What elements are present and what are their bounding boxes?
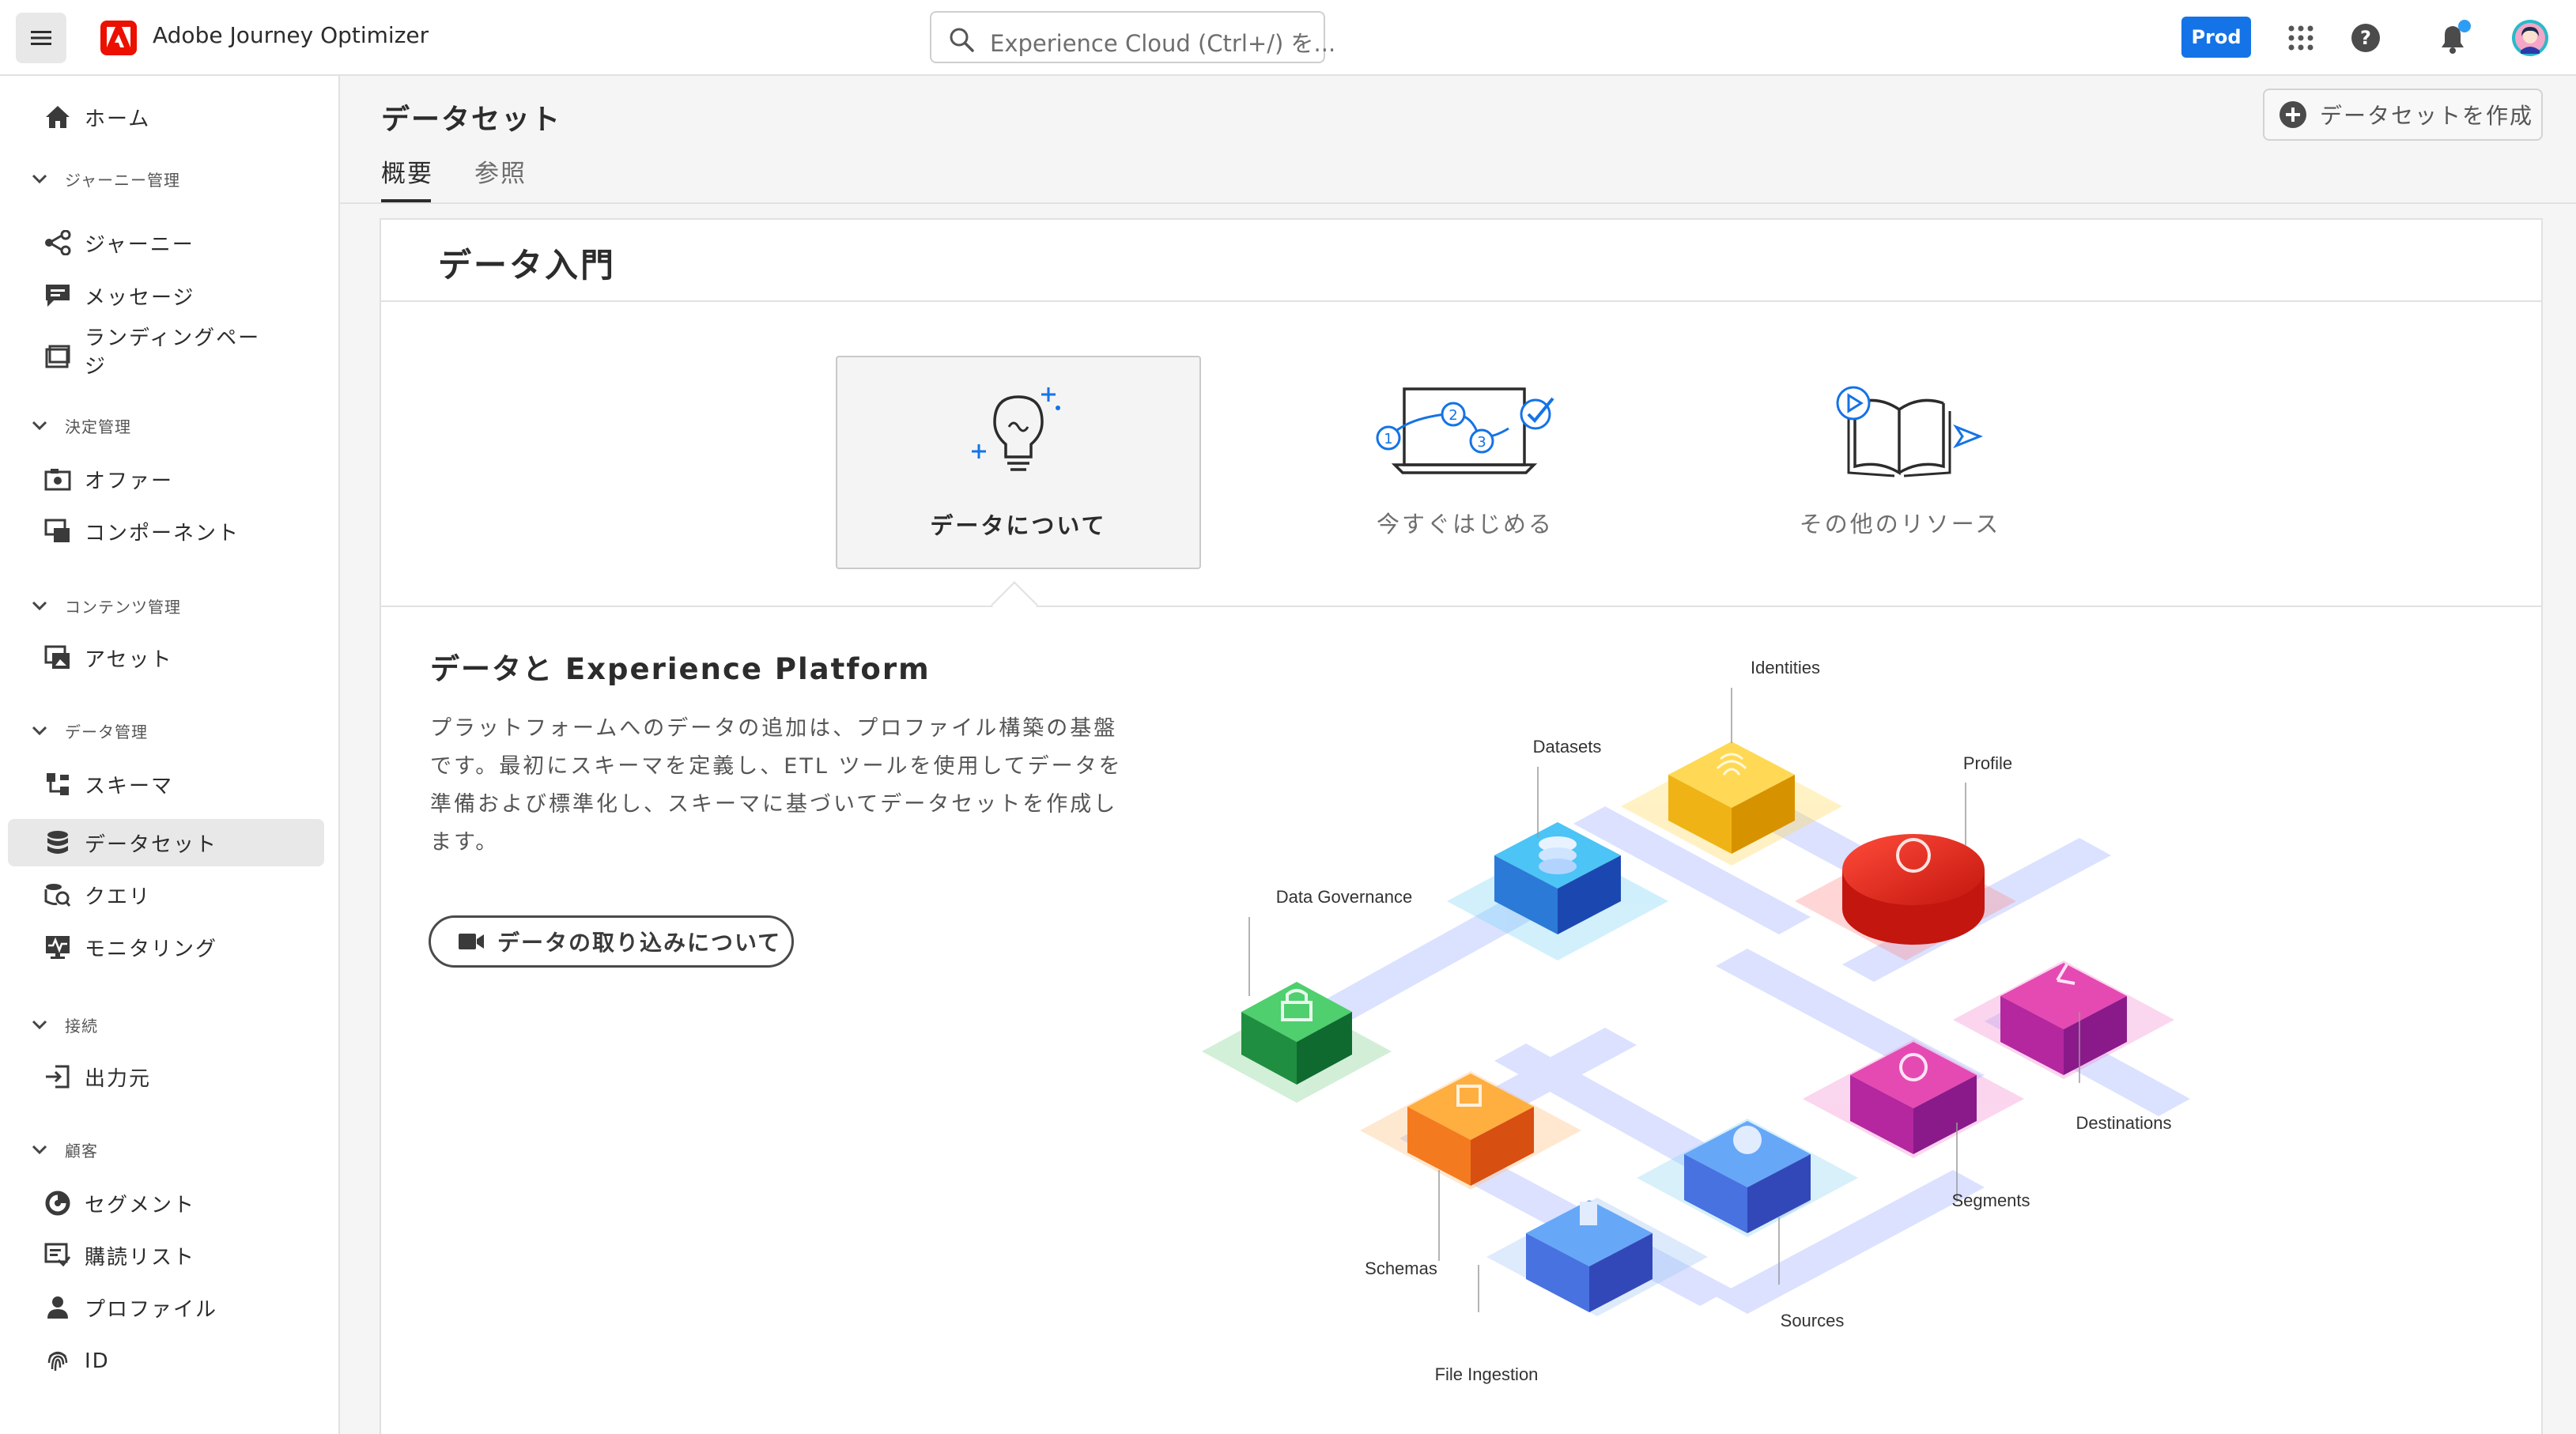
laptop-steps-icon: 1 2 3 <box>1376 387 1554 474</box>
asset-icon <box>43 643 73 673</box>
apps-grid-icon[interactable] <box>2282 19 2320 57</box>
option-about-data[interactable]: データについて <box>836 356 1201 569</box>
option-more-resources[interactable]: その他のリソース <box>1717 356 2083 569</box>
sidebar-group-data[interactable]: データ管理 <box>32 715 148 746</box>
top-bar: Adobe Journey Optimizer Experience Cloud… <box>0 0 2576 76</box>
svg-text:3: 3 <box>1477 434 1486 451</box>
tab-divider <box>340 202 2576 204</box>
bell-icon[interactable] <box>2434 19 2472 57</box>
option-get-started[interactable]: 1 2 3 今すぐはじめる <box>1282 356 1648 569</box>
journey-icon <box>43 228 73 258</box>
block-segments <box>1850 1042 1977 1154</box>
lightbulb-icon <box>972 387 1060 471</box>
sidebar-item-monitoring[interactable]: モニタリング <box>8 923 324 971</box>
label-identities: Identities <box>1751 658 1820 677</box>
sidebar-item-destinations[interactable]: 出力元 <box>8 1053 324 1100</box>
search-icon <box>950 28 974 52</box>
sidebar-item-offers[interactable]: オファー <box>8 455 324 503</box>
chevron-down-icon <box>32 1014 52 1035</box>
segment-icon <box>43 1188 73 1218</box>
sidebar-group-customers[interactable]: 顧客 <box>32 1134 98 1165</box>
environment-button[interactable]: Prod <box>2181 17 2251 58</box>
label-schemas: Schemas <box>1365 1259 1437 1278</box>
svg-text:1: 1 <box>1384 431 1392 447</box>
card-title: データ入門 <box>438 246 617 285</box>
sidebar: ホーム ジャーニー管理 ジャーニー メッセージ ランディングページ 決定管理 オ… <box>0 76 340 1434</box>
label-data-governance: Data Governance <box>1276 887 1412 907</box>
user-icon <box>43 1292 73 1323</box>
learn-ingestion-button[interactable]: データの取り込みについて <box>429 915 794 968</box>
sidebar-group-connections[interactable]: 接続 <box>32 1009 98 1040</box>
block-profile <box>1842 834 1985 945</box>
sidebar-item-queries[interactable]: クエリ <box>8 871 324 919</box>
sidebar-group-decision[interactable]: 決定管理 <box>32 409 131 441</box>
sidebar-item-datasets[interactable]: データセット <box>8 819 324 866</box>
sidebar-item-home[interactable]: ホーム <box>8 93 324 141</box>
create-dataset-button[interactable]: データセットを作成 <box>2263 89 2543 141</box>
sidebar-item-subscription-lists[interactable]: 購読リスト <box>8 1232 324 1279</box>
avatar[interactable] <box>2511 19 2549 57</box>
menu-icon <box>31 31 51 45</box>
app-name[interactable]: Adobe Journey Optimizer <box>153 22 429 48</box>
sidebar-group-journey[interactable]: ジャーニー管理 <box>32 163 180 194</box>
database-icon <box>43 828 73 858</box>
landing-page-icon <box>43 342 73 372</box>
schema-icon <box>43 769 73 799</box>
block-sources <box>1684 1121 1811 1233</box>
sidebar-item-segments[interactable]: セグメント <box>8 1179 324 1227</box>
adobe-logo-icon[interactable] <box>100 21 137 55</box>
label-datasets: Datasets <box>1533 737 1602 757</box>
chevron-down-icon <box>32 168 52 189</box>
book-video-icon <box>1836 386 1983 477</box>
sidebar-item-messages[interactable]: メッセージ <box>8 272 324 319</box>
chevron-down-icon <box>32 1139 52 1160</box>
page-title: データセット <box>381 104 562 136</box>
export-icon <box>43 1062 73 1092</box>
section-body: プラットフォームへのデータの追加は、プロファイル構築の基盤です。最初にスキーマを… <box>430 716 1123 855</box>
label-sources: Sources <box>1781 1311 1845 1330</box>
tab-browse[interactable]: 参照 <box>474 153 527 189</box>
platform-diagram: Identities Datasets Profile Data Governa… <box>1202 658 2190 1384</box>
sidebar-item-assets[interactable]: アセット <box>8 634 324 681</box>
sidebar-item-label: ホーム <box>85 107 151 131</box>
sidebar-item-landing-pages[interactable]: ランディングページ <box>8 324 324 386</box>
sidebar-item-schemas[interactable]: スキーマ <box>8 760 324 808</box>
search-input[interactable]: Experience Cloud (Ctrl+/) を... <box>930 11 1335 63</box>
component-icon <box>43 516 73 546</box>
sidebar-item-components[interactable]: コンポーネント <box>8 508 324 555</box>
search-placeholder: Experience Cloud (Ctrl+/) を... <box>990 30 1336 57</box>
label-segments: Segments <box>1951 1191 2030 1210</box>
chevron-down-icon <box>32 595 52 616</box>
label-file-ingestion: File Ingestion <box>1435 1364 1539 1384</box>
divider <box>381 300 2543 302</box>
fingerprint-icon <box>43 1346 73 1376</box>
help-icon[interactable]: ? <box>2347 19 2385 57</box>
sidebar-item-journeys[interactable]: ジャーニー <box>8 219 324 266</box>
offer-icon <box>43 464 73 494</box>
label-destinations: Destinations <box>2076 1113 2171 1133</box>
subscription-list-icon <box>43 1240 73 1270</box>
svg-text:2: 2 <box>1449 407 1457 424</box>
add-circle-icon <box>2279 101 2306 128</box>
home-icon <box>43 102 73 132</box>
notification-dot <box>2458 20 2471 32</box>
menu-button[interactable] <box>16 13 66 63</box>
video-camera-icon <box>459 934 484 949</box>
label-profile: Profile <box>1963 753 2012 773</box>
section-title: データと Experience Platform <box>430 652 931 686</box>
sidebar-item-identities[interactable]: ID <box>8 1338 324 1385</box>
monitoring-icon <box>43 932 73 962</box>
svg-text:?: ? <box>2360 27 2371 49</box>
chevron-down-icon <box>32 415 52 436</box>
chevron-down-icon <box>32 720 52 741</box>
query-icon <box>43 880 73 910</box>
message-icon <box>43 281 73 311</box>
sidebar-item-profiles[interactable]: プロファイル <box>8 1284 324 1331</box>
tab-overview[interactable]: 概要 <box>381 153 433 189</box>
divider <box>381 606 2543 607</box>
sidebar-group-content[interactable]: コンテンツ管理 <box>32 590 181 621</box>
